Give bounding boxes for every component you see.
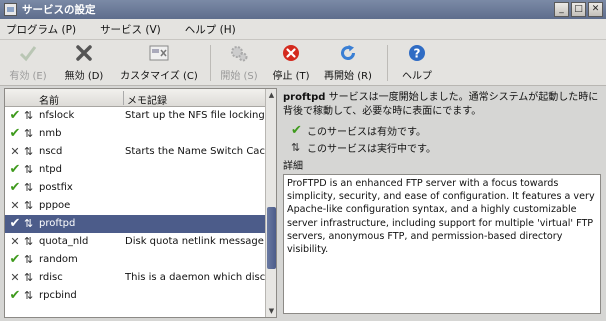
service-row-proftpd[interactable]: ✔ ⇅ proftpd <box>5 215 265 233</box>
check-icon <box>17 43 39 63</box>
menu-program[interactable]: プログラム (P) <box>6 22 76 37</box>
service-details: proftpd サービスは一度開始しました。通常システムが起動した時に背後で稼動… <box>283 88 603 318</box>
service-name: pppoe <box>39 200 71 211</box>
scroll-thumb[interactable] <box>267 207 276 269</box>
service-name: random <box>39 254 78 265</box>
service-name: nscd <box>39 146 63 157</box>
run-arrows-icon: ⇅ <box>24 235 34 248</box>
x-icon[interactable]: ✕ <box>8 233 22 251</box>
services-rows: ✔ ⇅ nfslock Start up the NFS file locking s… <box>5 107 265 305</box>
service-row-nfslock[interactable]: ✔ ⇅ nfslock Start up the NFS file locking s <box>5 107 265 125</box>
run-arrows-icon: ⇅ <box>24 181 34 194</box>
service-name: rdisc <box>39 272 63 283</box>
help-button[interactable]: ? ヘルプ <box>400 40 434 84</box>
check-icon[interactable]: ✔ <box>8 107 22 125</box>
stop-button[interactable]: 停止 (T) <box>269 40 313 84</box>
running-status: ⇅ このサービスは実行中です。 <box>291 140 436 155</box>
toolbar-separator <box>387 45 388 81</box>
run-arrows-icon: ⇅ <box>24 253 34 266</box>
svg-text:?: ? <box>414 47 421 61</box>
check-icon[interactable]: ✔ <box>8 251 22 269</box>
help-icon: ? <box>406 43 428 63</box>
service-description: Start up the NFS file locking s <box>125 110 265 121</box>
customize-button[interactable]: カスタマイズ (C) <box>118 40 200 84</box>
service-row-nscd[interactable]: ✕ ⇅ nscd Starts the Name Switch Cache <box>5 143 265 161</box>
service-row-postfix[interactable]: ✔ ⇅ postfix <box>5 179 265 197</box>
run-arrows-icon: ⇅ <box>24 271 34 284</box>
refresh-icon <box>337 43 359 63</box>
column-header: 名前 メモ記録 <box>5 89 265 107</box>
service-name: proftpd <box>283 92 326 103</box>
menu-bar: プログラム (P) サービス (V) ヘルプ (H) <box>0 19 606 40</box>
service-row-quota_nld[interactable]: ✕ ⇅ quota_nld Disk quota netlink message da <box>5 233 265 251</box>
run-arrows-icon: ⇅ <box>24 127 34 140</box>
check-icon[interactable]: ✔ <box>8 179 22 197</box>
gears-icon <box>228 43 250 63</box>
start-button[interactable]: 開始 (S) <box>219 40 259 84</box>
window-icon <box>4 3 17 16</box>
service-row-ntpd[interactable]: ✔ ⇅ ntpd <box>5 161 265 179</box>
service-row-nmb[interactable]: ✔ ⇅ nmb <box>5 125 265 143</box>
service-name: ntpd <box>39 164 62 175</box>
services-list: 名前 メモ記録 ✔ ⇅ nfslock Start up the NFS file l… <box>4 88 277 318</box>
service-name: quota_nld <box>39 236 89 247</box>
check-icon[interactable]: ✔ <box>8 161 22 179</box>
x-icon[interactable]: ✕ <box>8 143 22 161</box>
service-name: postfix <box>39 182 73 193</box>
column-description[interactable]: メモ記録 <box>127 92 167 107</box>
run-arrows-icon: ⇅ <box>24 109 34 122</box>
description-text: ProFTPD is an enhanced FTP server with a… <box>283 174 601 314</box>
title-bar: サービスの設定 _ □ ✕ <box>0 0 606 19</box>
service-name: proftpd <box>39 218 76 229</box>
service-message: proftpd サービスは一度開始しました。通常システムが起動した時に背後で稼動… <box>283 92 599 117</box>
run-arrows-icon: ⇅ <box>24 163 34 176</box>
run-arrows-icon: ⇅ <box>24 217 34 230</box>
menu-service[interactable]: サービス (V) <box>100 22 161 37</box>
enabled-status: ✔ このサービスは有効です。 <box>291 122 426 138</box>
service-name: nmb <box>39 128 62 139</box>
service-name: nfslock <box>39 110 75 121</box>
x-icon[interactable]: ✕ <box>8 269 22 287</box>
window-title: サービスの設定 <box>22 4 96 16</box>
check-icon[interactable]: ✔ <box>8 287 22 305</box>
scroll-up-icon[interactable]: ▲ <box>266 89 276 101</box>
restart-button[interactable]: 再開始 (R) <box>321 40 375 84</box>
service-row-random[interactable]: ✔ ⇅ random <box>5 251 265 269</box>
run-arrows-icon: ⇅ <box>291 140 301 154</box>
disable-button[interactable]: 無効 (D) <box>62 40 106 84</box>
scroll-down-icon[interactable]: ▼ <box>266 305 276 317</box>
x-icon[interactable]: ✕ <box>8 197 22 215</box>
service-row-pppoe[interactable]: ✕ ⇅ pppoe <box>5 197 265 215</box>
minimize-button[interactable]: _ <box>554 2 569 17</box>
service-description: Starts the Name Switch Cache <box>125 146 265 157</box>
service-name: rpcbind <box>39 290 77 301</box>
service-row-rpcbind[interactable]: ✔ ⇅ rpcbind <box>5 287 265 305</box>
toolbar-separator <box>210 45 211 81</box>
run-arrows-icon: ⇅ <box>24 145 34 158</box>
x-icon <box>73 43 95 63</box>
check-icon[interactable]: ✔ <box>8 125 22 143</box>
enable-button[interactable]: 有効 (E) <box>8 40 48 84</box>
close-button[interactable]: ✕ <box>588 2 603 17</box>
run-arrows-icon: ⇅ <box>24 289 34 302</box>
vertical-scrollbar[interactable]: ▲ ▼ <box>265 89 276 317</box>
maximize-button[interactable]: □ <box>571 2 586 17</box>
check-icon[interactable]: ✔ <box>8 215 22 233</box>
run-arrows-icon: ⇅ <box>24 199 34 212</box>
menu-help[interactable]: ヘルプ (H) <box>185 22 236 37</box>
service-description: Disk quota netlink message da <box>125 236 265 247</box>
check-icon: ✔ <box>291 122 302 138</box>
toolbar: 有効 (E) 無効 (D) カスタマイズ (C) 開始 (S) 停止 (T) 再… <box>0 40 606 86</box>
column-name[interactable]: 名前 <box>39 92 59 107</box>
service-row-rdisc[interactable]: ✕⇅ rdisc This is a daemon which discove <box>5 269 265 287</box>
details-label: 詳細 <box>283 161 303 172</box>
service-description: This is a daemon which discove <box>125 272 265 283</box>
stop-icon <box>280 43 302 63</box>
customize-icon <box>148 43 170 63</box>
